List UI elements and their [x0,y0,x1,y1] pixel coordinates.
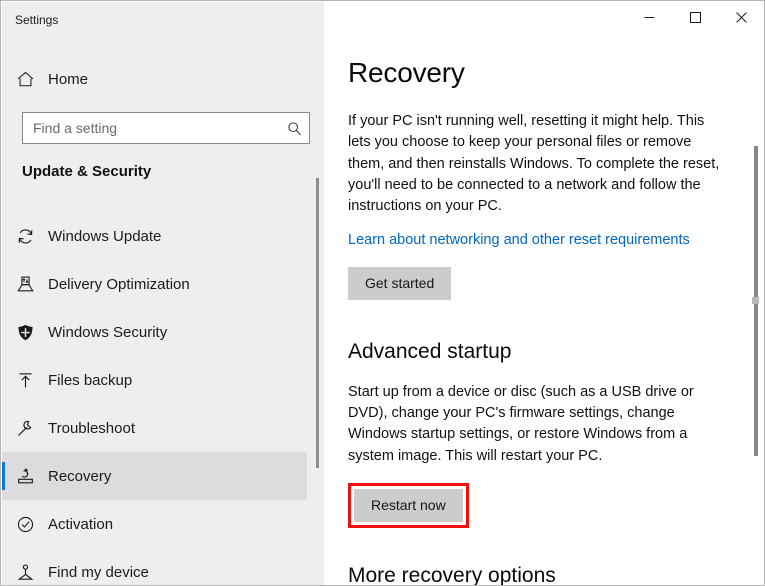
wrench-icon [2,419,48,438]
sidebar-item-label: Find my device [48,563,149,581]
sidebar-item-label: Home [48,70,89,88]
window-controls-group [626,1,764,33]
sidebar-item-label: Windows Security [48,323,168,341]
recovery-arrow-tray-icon [2,467,48,486]
reset-description: If your PC isn't running well, resetting… [348,113,720,215]
minimize-button[interactable] [626,1,672,33]
sidebar-item-windows-update[interactable]: Windows Update [2,212,307,260]
maximize-button[interactable] [672,1,718,33]
sidebar-scrollbar[interactable] [316,178,319,468]
sidebar-item-activation[interactable]: Activation [2,500,307,548]
sidebar-item-label: Recovery [48,467,112,485]
window-titlebar[interactable]: Settings [1,1,764,39]
get-started-button[interactable]: Get started [348,266,452,300]
search-box[interactable] [22,112,310,144]
sidebar-item-recovery[interactable]: Recovery [2,452,307,500]
settings-window: Settings Home Find a setting Update & Se… [0,0,765,586]
sidebar-item-files-backup[interactable]: Files backup [2,356,307,404]
sidebar-item-label: Delivery Optimization [48,275,190,293]
search-icon[interactable] [279,113,309,143]
delivery-optimization-icon [2,275,48,294]
sidebar-nav-list: Windows Update Delivery Optimization Win… [2,212,307,585]
sidebar-item-label: Windows Update [48,227,162,245]
more-recovery-options-heading: More recovery options [348,563,556,585]
close-icon [735,11,747,23]
search-input[interactable] [23,113,279,143]
restart-now-highlight-annotation: Restart now [348,482,469,528]
sidebar-item-troubleshoot[interactable]: Troubleshoot [2,404,307,452]
sidebar-item-find-my-device[interactable]: Find my device [2,548,307,585]
content-scrollbar-marker [752,297,759,304]
upload-arrow-icon [2,371,48,390]
recovery-content-panel: Recovery If your PC isn't running well, … [324,39,764,585]
sidebar-item-label: Troubleshoot [48,419,135,437]
sidebar-item-windows-security[interactable]: Windows Security [2,308,307,356]
minimize-icon [644,16,654,18]
learn-about-networking-link[interactable]: Learn about networking and other reset r… [348,232,690,248]
checkmark-circle-icon [2,515,48,534]
home-icon [2,70,48,89]
sidebar-item-label: Files backup [48,371,133,389]
sidebar-category-heading: Update & Security [22,163,152,180]
maximize-icon [689,11,701,23]
shield-filled-icon [2,323,48,342]
settings-sidebar: Home Update & Security [2,2,324,585]
sidebar-item-label: Activation [48,515,114,533]
page-title: Recovery [348,57,465,88]
restart-now-button[interactable]: Restart now [354,488,463,522]
advanced-startup-description: Start up from a device or disc (such as … [348,383,694,464]
close-button[interactable] [718,1,764,33]
sidebar-item-delivery-optimization[interactable]: Delivery Optimization [2,260,307,308]
advanced-startup-heading: Advanced startup [348,339,512,363]
sidebar-item-home[interactable]: Home [2,60,302,98]
window-title: Settings [15,13,59,27]
find-my-device-locator-icon [2,563,48,582]
refresh-circular-arrows-icon [2,227,48,246]
